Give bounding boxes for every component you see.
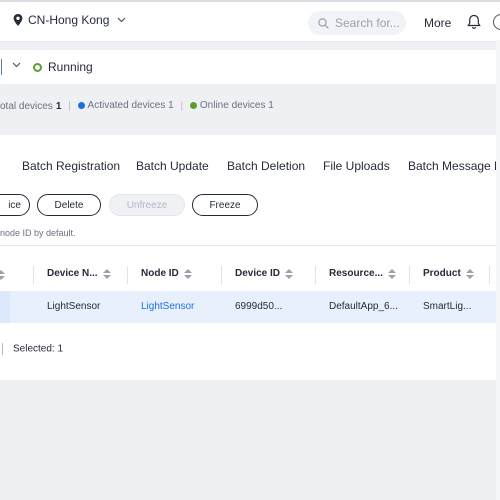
table-row[interactable]: LightSensor LightSensor 6999d50... Defau… [0, 291, 500, 323]
divider [2, 343, 3, 355]
column-title: Product [423, 268, 461, 279]
row-checkbox-cell[interactable] [0, 291, 10, 323]
column-title: Resource... [329, 268, 383, 279]
search-input[interactable]: Search for... [308, 11, 406, 35]
activated-devices-label: Activated devices [87, 100, 166, 111]
node-id-link[interactable]: LightSensor [141, 301, 194, 312]
search-hint-text: node ID by default. [0, 228, 76, 238]
tab-batch-message-delivery[interactable]: Batch Message De [408, 159, 500, 173]
top-navigation-bar: CN-Hong Kong Search for... More [0, 0, 500, 42]
total-devices-label: otal devices [0, 101, 53, 112]
region-label: CN-Hong Kong [28, 13, 110, 27]
delete-button[interactable]: Delete [37, 194, 101, 216]
online-devices-label: Online devices [199, 100, 266, 111]
column-header-resource-space[interactable]: Resource... [329, 268, 396, 279]
register-device-button[interactable]: ice [0, 194, 30, 216]
search-placeholder: Search for... [335, 16, 400, 30]
divider: | [68, 101, 71, 112]
tab-batch-registration[interactable]: Batch Registration [22, 159, 120, 173]
instance-selector-edge[interactable] [0, 59, 2, 75]
tab-batch-deletion[interactable]: Batch Deletion [227, 159, 305, 173]
column-header-node-id[interactable]: Node ID [141, 268, 192, 279]
column-divider [409, 266, 410, 284]
column-divider [33, 266, 34, 284]
bell-icon[interactable] [466, 14, 482, 30]
selected-count: Selected: 1 [13, 343, 64, 355]
column-title: Device ID [235, 268, 281, 279]
column-divider [315, 266, 316, 284]
total-devices: otal devices 1 [0, 101, 61, 112]
location-pin-icon [13, 14, 23, 26]
product-cell: SmartLig... [423, 301, 472, 312]
column-divider [127, 266, 128, 284]
search-icon [318, 17, 329, 29]
divider [0, 245, 500, 246]
sort-icon[interactable] [285, 268, 294, 279]
column-header-product[interactable]: Product [423, 268, 474, 279]
running-status-label: Running [48, 60, 93, 74]
region-selector[interactable]: CN-Hong Kong [13, 13, 126, 27]
sort-icon[interactable] [387, 268, 396, 279]
tab-file-uploads[interactable]: File Uploads [323, 159, 390, 173]
help-icon[interactable] [493, 14, 500, 30]
chevron-down-icon[interactable] [12, 62, 21, 68]
total-devices-value: 1 [55, 101, 62, 112]
sort-icon[interactable] [183, 268, 192, 279]
column-divider [489, 266, 490, 284]
unfreeze-button[interactable]: Unfreeze [109, 194, 185, 216]
device-summary: otal devices 1 | Activated devices 1 | O… [0, 100, 500, 118]
resource-space-cell: DefaultApp_6... [329, 301, 398, 312]
device-id-cell: 6999d50... [235, 301, 283, 312]
sort-icon[interactable] [102, 268, 111, 279]
chevron-down-icon [117, 17, 126, 23]
activated-devices: Activated devices 1 [77, 100, 174, 111]
device-list-panel: Batch Registration Batch Update Batch De… [0, 135, 500, 380]
column-header-device-name[interactable]: Device N... [47, 268, 111, 279]
sort-icon[interactable] [0, 270, 5, 280]
column-header-device-id[interactable]: Device ID [235, 268, 294, 279]
more-menu[interactable]: More [424, 16, 451, 30]
online-devices-value: 1 [268, 100, 274, 111]
device-name-cell: LightSensor [47, 301, 101, 312]
instance-status-bar: Running [0, 50, 500, 84]
running-status-icon [33, 63, 42, 72]
activated-devices-value: 1 [168, 100, 174, 111]
column-title: Device N... [47, 268, 98, 279]
tab-batch-update[interactable]: Batch Update [136, 159, 209, 173]
page-scrollbar[interactable] [496, 40, 500, 500]
activated-dot-icon [77, 102, 85, 109]
table-header: Device N... Node ID Device ID Resource..… [0, 261, 500, 289]
column-divider [221, 266, 222, 284]
online-dot-icon [189, 102, 197, 109]
sort-icon[interactable] [465, 268, 474, 279]
online-devices: Online devices 1 [189, 100, 274, 111]
selection-status: Selected: 1 [0, 343, 63, 355]
column-title: Node ID [141, 268, 179, 279]
freeze-button[interactable]: Freeze [192, 194, 258, 216]
divider: | [180, 101, 184, 112]
